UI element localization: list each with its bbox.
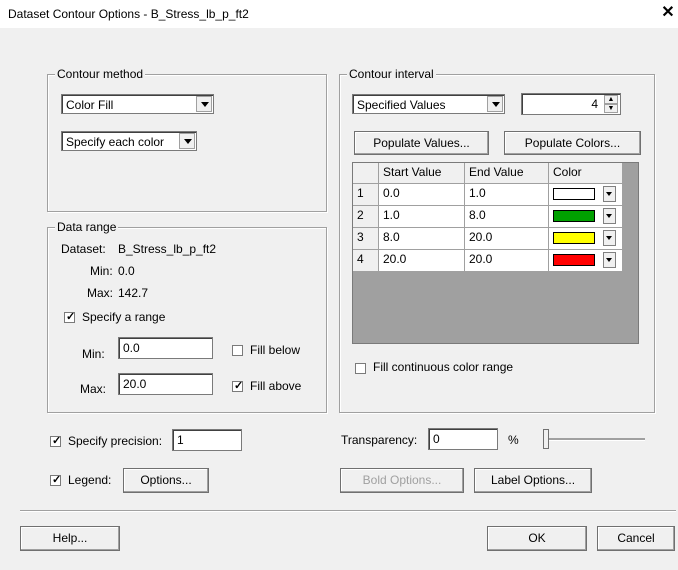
table-row-end[interactable]: 1.0 — [465, 184, 549, 206]
table-row-index: 4 — [353, 250, 379, 272]
precision-value: 1 — [177, 433, 184, 447]
color-swatch-green — [553, 210, 595, 222]
range-min-label: Min: — [82, 347, 105, 361]
precision-input[interactable]: 1 — [172, 429, 242, 451]
contour-method-value: Color Fill — [66, 98, 114, 112]
window-title: Dataset Contour Options - B_Stress_lb_p_… — [8, 7, 249, 21]
data-max-label: Max: — [87, 286, 114, 300]
range-min-value: 0.0 — [123, 341, 140, 355]
chevron-down-icon[interactable] — [603, 230, 616, 246]
legend-options-button[interactable]: Options... — [123, 468, 209, 493]
table-row-index: 1 — [353, 184, 379, 206]
populate-values-button[interactable]: Populate Values... — [354, 131, 489, 155]
range-max-label: Max: — [80, 382, 107, 396]
color-mode-value: Specify each color — [66, 135, 165, 149]
label-options-button[interactable]: Label Options... — [474, 468, 592, 493]
dataset-label: Dataset: — [61, 242, 106, 256]
spinner-up-icon[interactable]: ▲ — [604, 95, 618, 104]
table-row-color[interactable] — [549, 184, 623, 206]
range-max-value: 20.0 — [123, 377, 147, 391]
data-range-legend: Data range — [55, 220, 119, 234]
transparency-slider-thumb[interactable] — [543, 429, 549, 449]
footer-divider — [20, 510, 676, 512]
fill-continuous-checkbox[interactable] — [355, 363, 366, 374]
table-row-end[interactable]: 20.0 — [465, 228, 549, 250]
data-min-value: 0.0 — [118, 264, 135, 278]
color-mode-select[interactable]: Specify each color — [61, 131, 197, 151]
table-row-end[interactable]: 8.0 — [465, 206, 549, 228]
table-header-start: Start Value — [379, 163, 465, 184]
chevron-down-icon[interactable] — [603, 208, 616, 224]
transparency-slider-track[interactable] — [545, 438, 645, 441]
contour-method-legend: Contour method — [55, 67, 146, 81]
bold-options-button[interactable]: Bold Options... — [340, 468, 464, 493]
fill-above-label[interactable]: Fill above — [250, 379, 301, 393]
specify-precision-label[interactable]: Specify precision: — [68, 434, 162, 448]
table-row-index: 3 — [353, 228, 379, 250]
fill-below-label[interactable]: Fill below — [250, 343, 300, 357]
specify-range-checkbox[interactable] — [64, 310, 75, 323]
title-bar: Dataset Contour Options - B_Stress_lb_p_… — [0, 0, 678, 29]
legend-label[interactable]: Legend: — [68, 473, 111, 487]
chevron-down-icon — [196, 96, 212, 112]
table-row-color[interactable] — [549, 228, 623, 250]
spinner-down-icon[interactable]: ▼ — [604, 104, 618, 113]
ok-button[interactable]: OK — [487, 526, 587, 551]
table-row-end[interactable]: 20.0 — [465, 250, 549, 272]
fill-continuous-label[interactable]: Fill continuous color range — [373, 360, 513, 374]
chevron-down-icon[interactable] — [603, 252, 616, 268]
specify-range-label[interactable]: Specify a range — [82, 310, 165, 324]
interval-count-value: 4 — [591, 97, 598, 111]
contour-interval-legend: Contour interval — [347, 67, 436, 81]
cancel-button[interactable]: Cancel — [597, 526, 675, 551]
color-swatch-red — [553, 254, 595, 266]
range-max-input[interactable]: 20.0 — [118, 373, 213, 395]
transparency-label: Transparency: — [341, 433, 418, 447]
table-row-start[interactable]: 20.0 — [379, 250, 465, 272]
help-button[interactable]: Help... — [20, 526, 120, 551]
table-header-color: Color — [549, 163, 623, 184]
table-row-start[interactable]: 1.0 — [379, 206, 465, 228]
chevron-down-icon — [487, 96, 503, 112]
fill-below-checkbox[interactable] — [232, 345, 243, 356]
interval-count-spinner[interactable]: 4 ▲ ▼ — [521, 93, 621, 115]
range-min-input[interactable]: 0.0 — [118, 337, 213, 359]
table-row-color[interactable] — [549, 250, 623, 272]
legend-checkbox[interactable] — [50, 473, 61, 486]
specify-precision-checkbox[interactable] — [50, 434, 61, 447]
color-swatch-yellow — [553, 232, 595, 244]
data-max-value: 142.7 — [118, 286, 149, 300]
table-row-start[interactable]: 8.0 — [379, 228, 465, 250]
dataset-value: B_Stress_lb_p_ft2 — [118, 242, 217, 256]
contour-method-select[interactable]: Color Fill — [61, 94, 214, 114]
table-header-index — [353, 163, 379, 184]
close-icon[interactable]: ✕ — [661, 4, 675, 22]
table-row-start[interactable]: 0.0 — [379, 184, 465, 206]
table-row-color[interactable] — [549, 206, 623, 228]
fill-above-checkbox[interactable] — [232, 379, 243, 392]
transparency-input[interactable]: 0 — [428, 428, 498, 450]
data-min-label: Min: — [90, 264, 113, 278]
chevron-down-icon — [179, 133, 195, 149]
table-header-end: End Value — [465, 163, 549, 184]
interval-mode-value: Specified Values — [357, 98, 446, 112]
transparency-unit: % — [508, 433, 519, 447]
table-row-index: 2 — [353, 206, 379, 228]
interval-mode-select[interactable]: Specified Values — [352, 94, 505, 114]
chevron-down-icon[interactable] — [603, 186, 616, 202]
intervals-table: Start Value End Value Color 1 0.0 1.0 2 … — [352, 162, 639, 344]
color-swatch-white — [553, 188, 595, 200]
populate-colors-button[interactable]: Populate Colors... — [504, 131, 641, 155]
transparency-value: 0 — [433, 432, 440, 446]
